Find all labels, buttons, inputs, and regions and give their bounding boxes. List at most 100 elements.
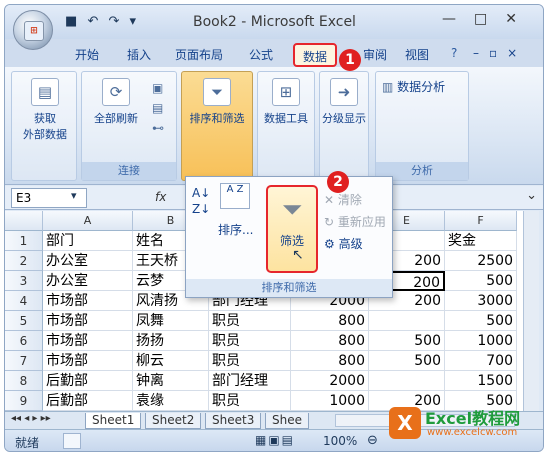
cell[interactable]: 800: [291, 311, 369, 331]
sheet-tab-3[interactable]: Sheet3: [205, 413, 262, 429]
refresh-all-button[interactable]: ⟳ 全部刷新: [86, 78, 146, 126]
cell[interactable]: 奖金: [445, 231, 517, 251]
title-bar: ■ ↶ ↷ ▾ Book2 - Microsoft Excel —□✕: [5, 5, 543, 39]
clear-button[interactable]: ✕ 清除: [324, 191, 362, 208]
row-header[interactable]: 1: [5, 231, 43, 251]
outline-label: 分级显示: [322, 112, 366, 125]
cell[interactable]: 职员: [209, 391, 291, 411]
cell[interactable]: 500: [369, 351, 445, 371]
cell[interactable]: 职员: [209, 331, 291, 351]
sort-filter-dropdown: A↓ Z↓ A Z 排序... ⏷ 筛选 ↖ ✕ 清除 ↻ 重新应用 ⚙ 高级 排…: [185, 176, 393, 298]
sort-button[interactable]: 排序...: [218, 221, 253, 238]
view-buttons[interactable]: ▦▣▤: [255, 433, 295, 447]
get-external-data-button[interactable]: ▤ 获取 外部数据: [16, 78, 74, 142]
vertical-scrollbar[interactable]: [523, 211, 539, 411]
zoom-out-icon[interactable]: ⊖: [367, 433, 378, 448]
help-icon[interactable]: ?: [451, 46, 457, 60]
restore-button[interactable]: □: [474, 11, 505, 27]
cell[interactable]: 钟离: [133, 371, 209, 391]
tab-formulas[interactable]: 公式: [249, 46, 273, 63]
row-header[interactable]: 6: [5, 331, 43, 351]
tab-review[interactable]: 审阅: [363, 46, 387, 63]
advanced-button[interactable]: ⚙ 高级: [324, 235, 363, 252]
cell[interactable]: 部门经理: [209, 371, 291, 391]
cell[interactable]: 1500: [445, 371, 517, 391]
expand-formula-bar-icon[interactable]: ⌄: [526, 188, 537, 203]
cell[interactable]: 市场部: [43, 331, 133, 351]
sheet-tab-4[interactable]: Shee: [265, 413, 309, 429]
macro-record-icon[interactable]: [63, 433, 81, 449]
undo-icon[interactable]: ↶: [87, 14, 98, 29]
cell[interactable]: 市场部: [43, 351, 133, 371]
cell[interactable]: 后勤部: [43, 391, 133, 411]
data-analysis-icon: ▥: [382, 80, 394, 94]
cell[interactable]: 500: [445, 271, 517, 291]
cell[interactable]: 2500: [445, 251, 517, 271]
cell[interactable]: [369, 371, 445, 391]
cell[interactable]: 扬扬: [133, 331, 209, 351]
tab-data[interactable]: 数据: [293, 43, 338, 67]
cell[interactable]: 后勤部: [43, 371, 133, 391]
row-header[interactable]: 8: [5, 371, 43, 391]
zoom-level[interactable]: 100%: [323, 434, 357, 448]
cell[interactable]: 办公室: [43, 251, 133, 271]
name-box-dropdown-icon[interactable]: ▾: [71, 189, 77, 202]
cell[interactable]: 800: [291, 351, 369, 371]
tab-page-layout[interactable]: 页面布局: [175, 46, 223, 63]
cell[interactable]: 3000: [445, 291, 517, 311]
sheet-tab-1[interactable]: Sheet1: [85, 413, 142, 429]
minimize-button[interactable]: —: [442, 11, 474, 27]
qat-more-icon[interactable]: ▾: [130, 14, 137, 29]
redo-icon[interactable]: ↷: [108, 14, 119, 29]
cell[interactable]: 1000: [291, 391, 369, 411]
cell[interactable]: 柳云: [133, 351, 209, 371]
sort-filter-label: 排序和筛选: [189, 112, 245, 125]
row-header[interactable]: 4: [5, 291, 43, 311]
outline-button[interactable]: ➜ 分级显示: [319, 71, 369, 181]
data-tools-icon: ⊞: [272, 78, 300, 106]
reapply-button[interactable]: ↻ 重新应用: [324, 213, 386, 230]
data-tools-button[interactable]: ⊞ 数据工具: [257, 71, 315, 181]
excel-logo-icon: X: [389, 407, 421, 439]
cell[interactable]: 800: [291, 331, 369, 351]
cell[interactable]: 凤舞: [133, 311, 209, 331]
row-header[interactable]: 7: [5, 351, 43, 371]
cell[interactable]: 1000: [445, 331, 517, 351]
cell[interactable]: 500: [445, 311, 517, 331]
tab-insert[interactable]: 插入: [127, 46, 151, 63]
sort-az-icon[interactable]: A Z: [220, 183, 250, 209]
save-icon[interactable]: ■: [65, 14, 77, 29]
cell[interactable]: 部门: [43, 231, 133, 251]
cell[interactable]: 袁缘: [133, 391, 209, 411]
cell[interactable]: 市场部: [43, 291, 133, 311]
cell[interactable]: 500: [369, 331, 445, 351]
filter-button[interactable]: ⏷ 筛选 ↖: [266, 185, 318, 273]
cell[interactable]: 2000: [291, 371, 369, 391]
cell[interactable]: 职员: [209, 351, 291, 371]
data-analysis-button[interactable]: ▥ 数据分析: [382, 78, 445, 95]
tab-view[interactable]: 视图: [405, 46, 429, 63]
office-button[interactable]: ⊞: [13, 10, 53, 50]
select-all-corner[interactable]: [5, 211, 43, 231]
ribbon-tabs: 开始 插入 页面布局 公式 数据 审阅 视图 ? –▫×: [5, 39, 543, 67]
cell[interactable]: [369, 311, 445, 331]
ribbon-window-controls[interactable]: –▫×: [473, 46, 527, 60]
close-button[interactable]: ✕: [505, 11, 535, 27]
cell[interactable]: 700: [445, 351, 517, 371]
sort-filter-button[interactable]: ⏷ 排序和筛选: [181, 71, 253, 181]
sort-asc-icon[interactable]: A↓ Z↓: [192, 185, 210, 217]
connection-small-icons[interactable]: ▣ ▤ ⊷: [152, 78, 164, 138]
row-header[interactable]: 5: [5, 311, 43, 331]
cell[interactable]: 职员: [209, 311, 291, 331]
row-header[interactable]: 9: [5, 391, 43, 411]
row-header[interactable]: 3: [5, 271, 43, 291]
column-header-a[interactable]: A: [43, 211, 133, 231]
column-header-f[interactable]: F: [445, 211, 517, 231]
cell[interactable]: 办公室: [43, 271, 133, 291]
sheet-tab-2[interactable]: Sheet2: [145, 413, 202, 429]
cell[interactable]: 市场部: [43, 311, 133, 331]
fx-icon[interactable]: fx: [155, 190, 166, 204]
tab-home[interactable]: 开始: [75, 46, 99, 63]
row-header[interactable]: 2: [5, 251, 43, 271]
sheet-nav-icons[interactable]: ◂◂ ◂ ▸ ▸▸: [11, 413, 51, 424]
